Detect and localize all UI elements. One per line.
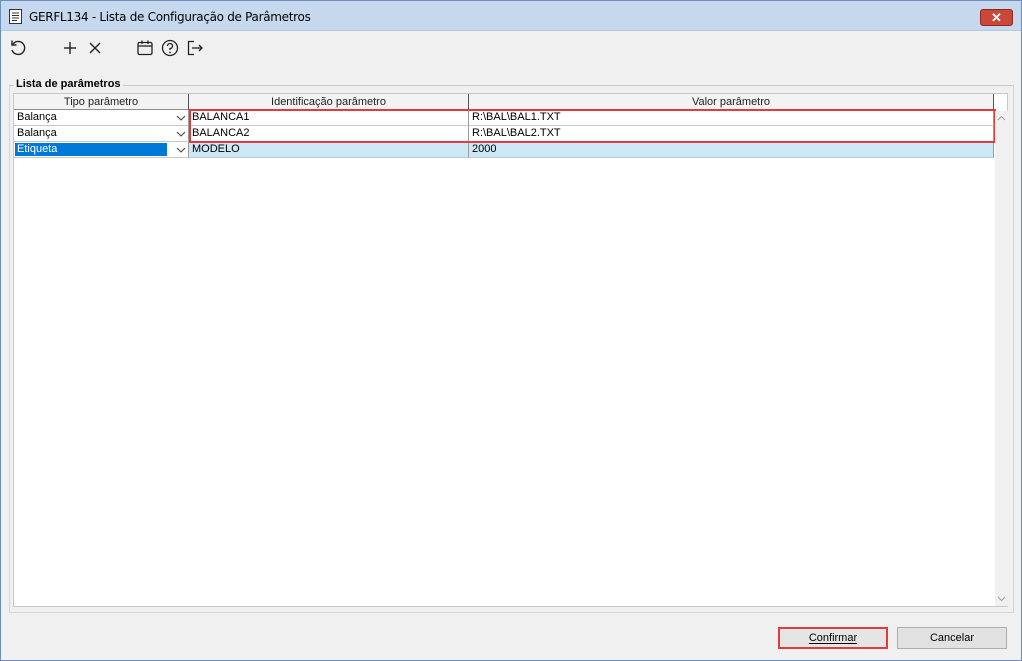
window-title: GERFL134 - Lista de Configuração de Parâ… [29, 10, 311, 24]
refresh-button[interactable] [7, 37, 29, 59]
chevron-down-icon[interactable] [176, 129, 186, 139]
header-tipo[interactable]: Tipo parâmetro [14, 94, 189, 110]
refresh-icon [11, 40, 26, 56]
tipo-cell[interactable]: Balança [14, 126, 189, 142]
valor-cell[interactable]: R:\BAL\BAL1.TXT [469, 110, 994, 126]
scroll-down-icon[interactable] [996, 593, 1007, 604]
scroll-up-icon[interactable] [996, 113, 1007, 124]
tipo-value: Balança [17, 111, 57, 123]
valor-cell[interactable]: 2000 [469, 142, 994, 158]
close-button[interactable]: ✕ [980, 9, 1013, 26]
tipo-value: Etiqueta [15, 143, 167, 156]
tipo-cell[interactable]: Etiqueta [14, 142, 189, 158]
header-identificacao[interactable]: Identificação parâmetro [189, 94, 469, 110]
help-button[interactable] [159, 37, 181, 59]
exit-button[interactable] [184, 37, 206, 59]
plus-icon [64, 42, 76, 54]
identificacao-cell[interactable]: MODELO [189, 142, 469, 158]
table-row[interactable]: Balança BALANCA2 R:\BAL\BAL2.TXT [14, 126, 994, 142]
calendar-button[interactable] [134, 37, 156, 59]
add-button[interactable] [59, 37, 81, 59]
table-row[interactable]: Balança BALANCA1 R:\BAL\BAL1.TXT [14, 110, 994, 126]
vertical-scrollbar[interactable] [995, 111, 1008, 606]
close-icon: ✕ [991, 10, 1002, 25]
close-x-icon [89, 42, 101, 54]
identificacao-cell[interactable]: BALANCA1 [189, 110, 469, 126]
chevron-down-icon[interactable] [176, 113, 186, 123]
confirm-label: Confirmar [808, 632, 858, 644]
identificacao-cell[interactable]: BALANCA2 [189, 126, 469, 142]
calendar-icon [137, 40, 153, 56]
group-legend: Lista de parâmetros [14, 78, 123, 90]
table-row-selected[interactable]: Etiqueta MODELO 2000 [14, 142, 994, 158]
tipo-value: Balança [17, 127, 57, 139]
valor-cell[interactable]: R:\BAL\BAL2.TXT [469, 126, 994, 142]
parameters-grid[interactable]: Tipo parâmetro Identificação parâmetro V… [13, 93, 1008, 607]
title-bar: GERFL134 - Lista de Configuração de Parâ… [1, 1, 1021, 31]
grid-header: Tipo parâmetro Identificação parâmetro V… [14, 94, 994, 110]
tipo-cell[interactable]: Balança [14, 110, 189, 126]
toolbar [1, 32, 1021, 64]
app-window: GERFL134 - Lista de Configuração de Parâ… [0, 0, 1022, 661]
header-valor[interactable]: Valor parâmetro [469, 94, 994, 110]
confirm-button[interactable]: Confirmar [778, 627, 888, 649]
cancel-label: Cancelar [929, 632, 975, 644]
cancel-button[interactable]: Cancelar [897, 627, 1007, 649]
help-circle-icon [161, 39, 179, 57]
chevron-down-icon[interactable] [176, 145, 186, 155]
exit-icon [187, 40, 203, 56]
document-icon [9, 9, 22, 24]
delete-button[interactable] [84, 37, 106, 59]
